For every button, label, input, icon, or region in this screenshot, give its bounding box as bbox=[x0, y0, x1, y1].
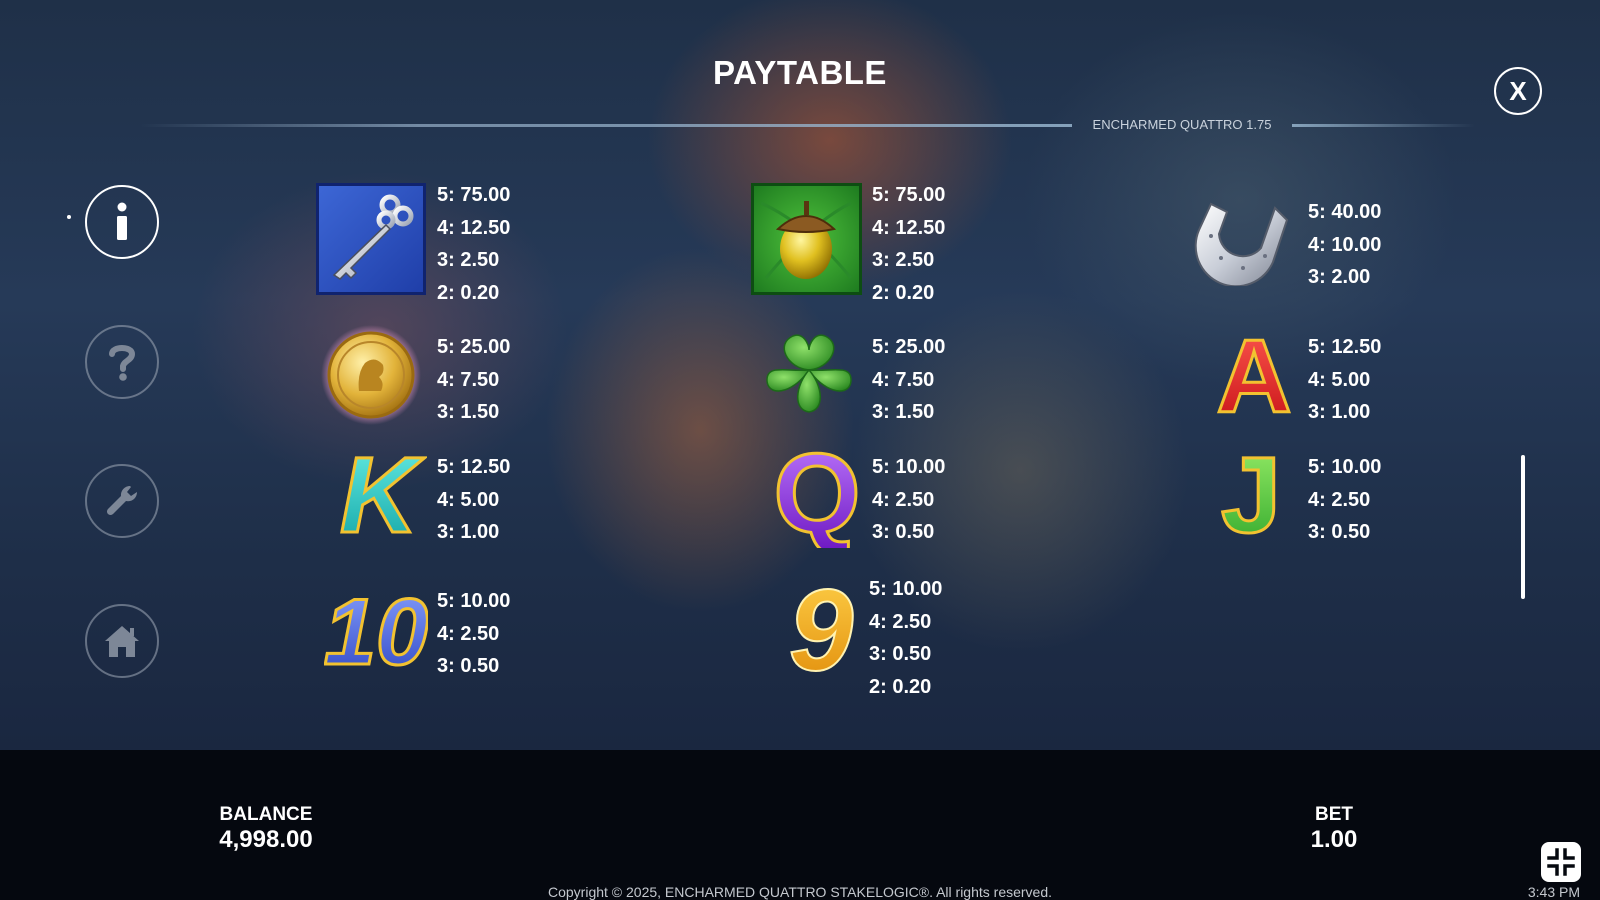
question-icon bbox=[107, 342, 137, 382]
exit-fullscreen-button[interactable] bbox=[1541, 842, 1581, 882]
payout-line: 3: 0.50 bbox=[1308, 521, 1371, 543]
payout-line: 3: 1.50 bbox=[872, 401, 935, 423]
king-symbol-icon: K bbox=[331, 433, 427, 557]
queen-payouts: 5: 10.00 4: 2.50 3: 0.50 bbox=[872, 451, 945, 549]
payout-line: 4: 10.00 bbox=[1308, 233, 1382, 256]
active-indicator bbox=[67, 215, 71, 219]
payout-line: 5: 10.00 bbox=[437, 590, 511, 612]
payout-line: 3: 0.50 bbox=[437, 655, 500, 677]
payout-line: 5: 12.50 bbox=[437, 456, 511, 478]
home-icon bbox=[102, 623, 142, 659]
payout-line: 2: 0.20 bbox=[872, 281, 935, 304]
help-button[interactable] bbox=[85, 325, 159, 399]
jack-payouts: 5: 10.00 4: 2.50 3: 0.50 bbox=[1308, 451, 1381, 549]
payout-line: 4: 2.50 bbox=[869, 610, 932, 633]
payout-line: 3: 1.00 bbox=[437, 521, 500, 543]
payout-line: 5: 10.00 bbox=[869, 578, 943, 600]
ten-symbol-icon: 10 bbox=[322, 578, 430, 686]
payout-line: 2: 0.20 bbox=[869, 675, 932, 698]
payout-line: 4: 2.50 bbox=[872, 488, 935, 511]
header-divider-left bbox=[140, 124, 1072, 127]
balance-value: 4,998.00 bbox=[219, 826, 313, 853]
copyright-text: Copyright © 2025, ENCHARMED QUATTRO STAK… bbox=[547, 884, 1053, 900]
payout-line: 4: 2.50 bbox=[437, 622, 500, 645]
horseshoe-payouts: 5: 40.00 4: 10.00 3: 2.00 bbox=[1308, 196, 1381, 294]
settings-button[interactable] bbox=[85, 464, 159, 538]
payout-line: 5: 12.50 bbox=[1308, 336, 1382, 358]
clock: 3:43 PM bbox=[1527, 884, 1580, 900]
header-divider-right bbox=[1292, 124, 1475, 127]
payout-line: 3: 1.00 bbox=[1308, 401, 1371, 423]
close-icon: X bbox=[1509, 75, 1527, 106]
balance-label: BALANCE bbox=[219, 804, 313, 825]
payout-line: 3: 1.50 bbox=[437, 401, 500, 423]
payout-line: 5: 75.00 bbox=[437, 184, 511, 206]
close-button[interactable]: X bbox=[1494, 67, 1542, 115]
home-button[interactable] bbox=[85, 604, 159, 678]
payout-line: 4: 12.50 bbox=[437, 216, 511, 239]
nine-symbol-icon: 9 bbox=[776, 564, 866, 696]
key-symbol-icon bbox=[316, 183, 426, 300]
ace-glyph: A bbox=[1216, 322, 1291, 422]
payout-line: 3: 2.00 bbox=[1308, 266, 1371, 288]
payout-line: 5: 25.00 bbox=[437, 336, 511, 358]
key-payouts: 5: 75.00 4: 12.50 3: 2.50 2: 0.20 bbox=[437, 179, 510, 309]
payout-line: 2: 0.20 bbox=[437, 281, 500, 304]
payout-line: 3: 2.50 bbox=[872, 249, 935, 271]
payout-line: 3: 0.50 bbox=[872, 521, 935, 543]
payout-line: 5: 75.00 bbox=[872, 184, 946, 206]
payout-line: 5: 40.00 bbox=[1308, 201, 1382, 223]
king-glyph: K bbox=[340, 440, 425, 544]
acorn-payouts: 5: 75.00 4: 12.50 3: 2.50 2: 0.20 bbox=[872, 179, 945, 309]
gold-coin-symbol-icon bbox=[319, 325, 423, 430]
payout-line: 4: 2.50 bbox=[1308, 488, 1371, 511]
game-version: ENCHARMED QUATTRO 1.75 bbox=[1092, 117, 1272, 132]
bet-label: BET bbox=[1315, 804, 1353, 825]
ace-payouts: 5: 12.50 4: 5.00 3: 1.00 bbox=[1308, 331, 1381, 429]
wrench-icon bbox=[102, 481, 142, 521]
payout-line: 5: 10.00 bbox=[872, 456, 946, 478]
payout-line: 4: 12.50 bbox=[872, 216, 946, 239]
payout-line: 5: 10.00 bbox=[1308, 456, 1382, 478]
coin-payouts: 5: 25.00 4: 7.50 3: 1.50 bbox=[437, 331, 510, 429]
jack-glyph: J bbox=[1221, 440, 1281, 546]
payout-line: 3: 0.50 bbox=[869, 643, 932, 665]
ten-payouts: 5: 10.00 4: 2.50 3: 0.50 bbox=[437, 585, 510, 683]
payout-line: 4: 5.00 bbox=[1308, 368, 1371, 391]
payout-line: 5: 25.00 bbox=[872, 336, 946, 358]
ace-symbol-icon: A bbox=[1211, 318, 1297, 437]
payout-line: 4: 7.50 bbox=[872, 368, 935, 391]
payout-line: 4: 5.00 bbox=[437, 488, 500, 511]
queen-glyph: Q bbox=[773, 440, 860, 548]
jack-symbol-icon: J bbox=[1206, 433, 1296, 557]
info-button[interactable] bbox=[85, 185, 159, 259]
acorn-symbol-icon bbox=[751, 183, 862, 300]
info-icon bbox=[113, 202, 131, 242]
page-title: PAYTABLE bbox=[713, 54, 887, 91]
ten-glyph: 10 bbox=[324, 580, 428, 676]
clover-payouts: 5: 25.00 4: 7.50 3: 1.50 bbox=[872, 331, 945, 429]
payout-line: 3: 2.50 bbox=[437, 249, 500, 271]
nine-glyph: 9 bbox=[789, 574, 854, 684]
payout-line: 4: 7.50 bbox=[437, 368, 500, 391]
scrollbar[interactable] bbox=[1521, 455, 1525, 599]
king-payouts: 5: 12.50 4: 5.00 3: 1.00 bbox=[437, 451, 510, 549]
queen-symbol-icon: Q bbox=[767, 430, 867, 558]
bet-value: 1.00 bbox=[1310, 826, 1358, 853]
clover-symbol-icon bbox=[757, 324, 861, 425]
horseshoe-symbol-icon bbox=[1191, 190, 1295, 291]
nine-payouts: 5: 10.00 4: 2.50 3: 0.50 2: 0.20 bbox=[869, 573, 942, 703]
